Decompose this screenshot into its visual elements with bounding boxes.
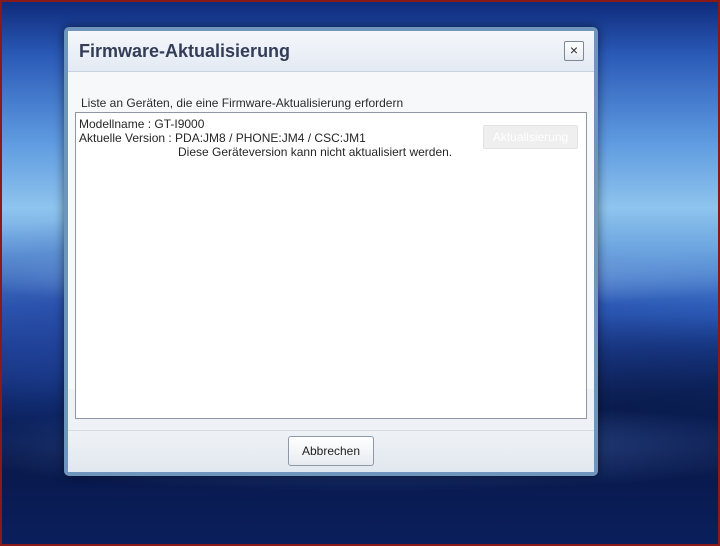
model-name-text: Modellname : GT-I9000 [79,117,205,131]
cancel-button[interactable]: Abbrechen [288,436,374,466]
update-button[interactable]: Aktualisierung [483,125,578,149]
close-icon: × [569,42,579,58]
device-list[interactable]: Modellname : GT-I9000 Aktuelle Version :… [75,112,587,419]
list-item[interactable]: Modellname : GT-I9000 Aktuelle Version :… [79,117,452,159]
update-status-text: Diese Geräteversion kann nicht aktualisi… [178,145,453,159]
desktop-background: Firmware-Aktualisierung × Liste an Gerät… [0,0,720,546]
dialog-titlebar: Firmware-Aktualisierung × [68,31,594,72]
firmware-update-dialog: Firmware-Aktualisierung × Liste an Gerät… [64,27,598,476]
current-version-text: Aktuelle Version : PDA:JM8 / PHONE:JM4 /… [79,131,366,145]
dialog-footer: Abbrechen [68,430,594,472]
device-list-caption: Liste an Geräten, die eine Firmware-Aktu… [81,96,404,110]
close-button[interactable]: × [564,41,584,61]
dialog-title: Firmware-Aktualisierung [79,41,291,61]
